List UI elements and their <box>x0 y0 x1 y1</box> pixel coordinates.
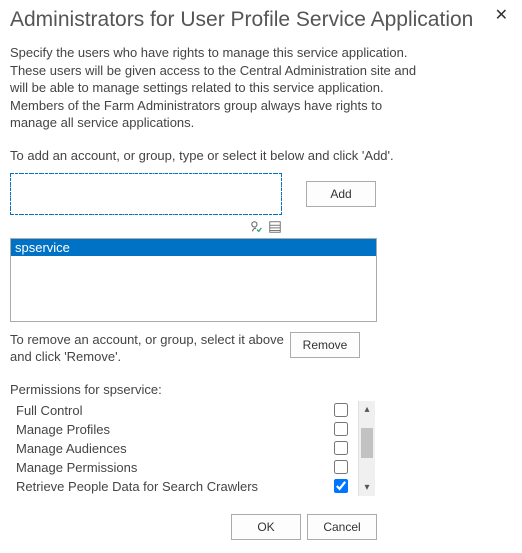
permission-row: Manage Profiles <box>10 420 358 439</box>
permission-row: Manage Permissions <box>10 458 358 477</box>
permission-label: Manage Audiences <box>16 441 334 456</box>
permission-checkbox[interactable] <box>334 403 348 417</box>
dialog-title: Administrators for User Profile Service … <box>10 8 491 32</box>
add-button[interactable]: Add <box>306 181 376 207</box>
accounts-listbox[interactable]: spservice <box>10 238 377 322</box>
permission-label: Retrieve People Data for Search Crawlers <box>16 479 334 494</box>
list-item[interactable]: spservice <box>11 239 376 256</box>
permissions-list: Full Control Manage Profiles Manage Audien… <box>10 401 358 496</box>
cancel-button[interactable]: Cancel <box>307 514 377 540</box>
permission-checkbox[interactable] <box>334 460 348 474</box>
close-icon[interactable]: ✕ <box>491 8 512 24</box>
scroll-thumb[interactable] <box>361 428 373 458</box>
permission-checkbox[interactable] <box>334 422 348 436</box>
remove-instruction: To remove an account, or group, select i… <box>10 332 290 366</box>
permission-checkbox[interactable] <box>334 479 348 493</box>
check-names-icon[interactable] <box>250 220 264 234</box>
permissions-header: Permissions for spservice: <box>10 382 512 397</box>
permission-label: Manage Permissions <box>16 460 334 475</box>
permissions-scrollbar[interactable]: ▴ ▾ <box>358 401 375 496</box>
permission-label: Manage Profiles <box>16 422 334 437</box>
account-input[interactable] <box>10 173 282 215</box>
permission-row: Full Control <box>10 401 358 420</box>
scroll-down-icon[interactable]: ▾ <box>359 479 375 496</box>
add-instruction: To add an account, or group, type or sel… <box>10 148 512 163</box>
ok-button[interactable]: OK <box>231 514 301 540</box>
scroll-track[interactable] <box>359 418 375 479</box>
permission-row: Manage Audiences <box>10 439 358 458</box>
browse-icon[interactable] <box>268 220 282 234</box>
permission-checkbox[interactable] <box>334 441 348 455</box>
scroll-up-icon[interactable]: ▴ <box>359 401 375 418</box>
remove-button[interactable]: Remove <box>290 332 360 358</box>
dialog-description: Specify the users who have rights to man… <box>10 44 430 132</box>
permission-row: Retrieve People Data for Search Crawlers <box>10 477 358 496</box>
permission-label: Full Control <box>16 403 334 418</box>
